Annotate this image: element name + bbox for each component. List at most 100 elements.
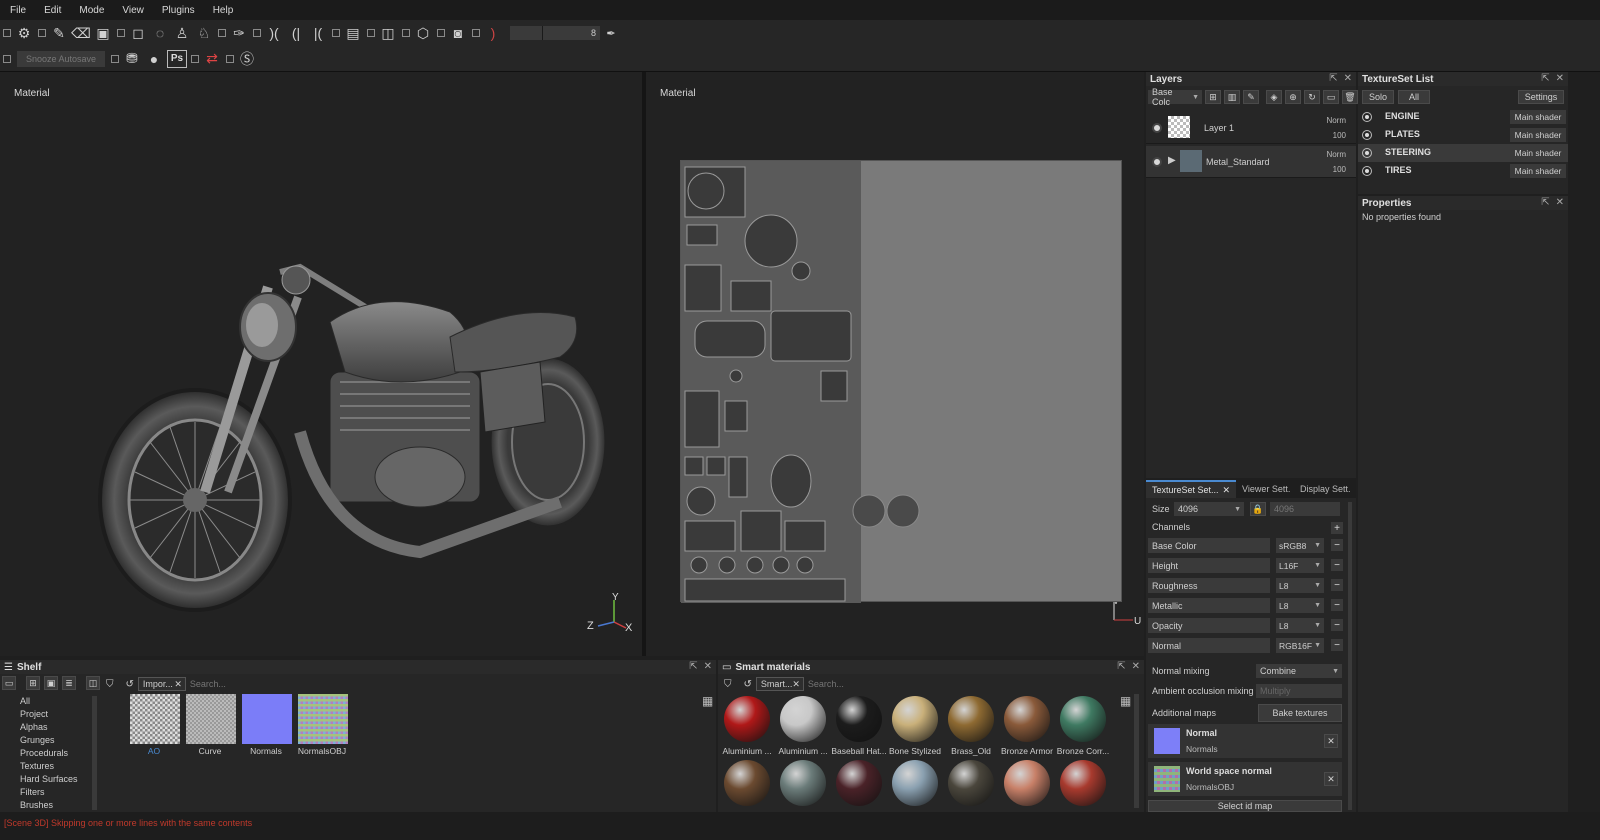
ao-mixing-select[interactable]: Multiply bbox=[1256, 684, 1342, 698]
options-icon[interactable] bbox=[218, 29, 226, 37]
radio-icon[interactable] bbox=[1362, 112, 1372, 122]
photoshop-export-button[interactable]: Ps bbox=[167, 49, 187, 68]
world-normal-map-slot[interactable]: World space normal NormalsOBJ ✕ bbox=[1148, 762, 1342, 796]
shader-button[interactable]: Main shader bbox=[1510, 110, 1566, 124]
channel-format-select[interactable]: sRGB8 ▼ bbox=[1276, 538, 1324, 553]
textureset-row[interactable]: TIRES Main shader bbox=[1358, 162, 1568, 180]
size-select[interactable]: 4096 ▼ bbox=[1174, 502, 1244, 516]
radio-icon[interactable] bbox=[1362, 148, 1372, 158]
remove-channel-icon[interactable]: − bbox=[1331, 639, 1343, 651]
tab-display-settings[interactable]: Display Sett. bbox=[1294, 480, 1356, 498]
filter-tag[interactable]: Smart... ✕ bbox=[755, 677, 804, 691]
options-icon[interactable] bbox=[111, 54, 119, 63]
remove-channel-icon[interactable]: − bbox=[1331, 599, 1343, 611]
folder-expand-icon[interactable]: ▶ bbox=[1168, 155, 1176, 166]
tab-textureset-settings[interactable]: TextureSet Set... ✕ bbox=[1146, 480, 1236, 498]
shelf-item[interactable] bbox=[242, 694, 292, 744]
smart-material-item[interactable] bbox=[892, 696, 938, 742]
filter-view-icon[interactable]: ◫ bbox=[86, 676, 100, 690]
textureset-row[interactable]: PLATES Main shader bbox=[1358, 126, 1568, 144]
layer-row[interactable]: ▶ Metal_Standard Norm 100 bbox=[1146, 146, 1356, 178]
filter-tag[interactable]: Impor... ✕ bbox=[137, 677, 186, 691]
shelf-category[interactable]: Grunges bbox=[20, 735, 55, 745]
menu-view[interactable]: View bbox=[122, 5, 144, 16]
shelf-item[interactable] bbox=[298, 694, 348, 744]
new-folder-icon[interactable]: ▣ bbox=[44, 676, 58, 690]
smart-material-item[interactable] bbox=[1060, 760, 1106, 806]
add-fill-layer-icon[interactable]: ◈ bbox=[1266, 90, 1282, 104]
channel-name[interactable]: Base Color bbox=[1148, 538, 1270, 553]
refresh-icon[interactable]: ↺ bbox=[126, 679, 134, 690]
category-scrollbar[interactable] bbox=[92, 696, 97, 810]
normal-map-slot[interactable]: Normal Normals ✕ bbox=[1148, 724, 1342, 758]
smart-material-item[interactable] bbox=[948, 696, 994, 742]
channel-format-select[interactable]: L8 ▼ bbox=[1276, 578, 1324, 593]
smart-material-item[interactable] bbox=[780, 696, 826, 742]
channel-select[interactable]: Base Colc ▼ bbox=[1148, 87, 1202, 107]
remove-channel-icon[interactable]: − bbox=[1331, 579, 1343, 591]
shelf-item[interactable] bbox=[186, 694, 236, 744]
shelf-category[interactable]: Textures bbox=[20, 761, 54, 771]
close-icon[interactable]: ✕ bbox=[1223, 485, 1231, 496]
toolbar-dock-icon[interactable] bbox=[3, 29, 11, 37]
layer-opacity[interactable]: 100 bbox=[1333, 165, 1346, 174]
cube-icon[interactable]: ⬡ bbox=[412, 22, 434, 44]
pipette-icon[interactable]: ✑ bbox=[228, 22, 250, 44]
folder-icon[interactable]: ▭ bbox=[2, 676, 16, 690]
grid-view-icon[interactable]: ▦ bbox=[702, 694, 713, 708]
substance-share-icon[interactable]: ⛃ bbox=[121, 48, 143, 70]
pen-icon[interactable]: ✒ bbox=[600, 22, 622, 44]
channel-format-select[interactable]: L8 ▼ bbox=[1276, 618, 1324, 633]
settings-button[interactable]: Settings bbox=[1518, 90, 1564, 104]
remove-channel-icon[interactable]: − bbox=[1331, 619, 1343, 631]
filter-icon[interactable]: ⛉ bbox=[106, 679, 114, 690]
select-id-map-button[interactable]: Select id map bbox=[1148, 800, 1342, 812]
options-icon[interactable] bbox=[437, 29, 445, 37]
substance-source-icon[interactable]: Ⓢ bbox=[236, 48, 258, 70]
symmetry-left-icon[interactable]: )( bbox=[263, 22, 285, 44]
paint-brush-icon[interactable]: ✎ bbox=[48, 22, 70, 44]
smart-search-input[interactable] bbox=[807, 677, 1008, 691]
close-icon[interactable]: ✕ bbox=[1556, 197, 1564, 208]
menu-plugins[interactable]: Plugins bbox=[162, 5, 195, 16]
grid-view-icon[interactable]: ▦ bbox=[1120, 694, 1131, 708]
channel-name[interactable]: Height bbox=[1148, 558, 1270, 573]
toolbar-dock-icon[interactable] bbox=[3, 54, 11, 63]
smart-material-item[interactable] bbox=[892, 760, 938, 806]
channel-format-select[interactable]: L8 ▼ bbox=[1276, 598, 1324, 613]
smart-material-item[interactable] bbox=[836, 696, 882, 742]
smart-material-item[interactable] bbox=[724, 760, 770, 806]
menu-help[interactable]: Help bbox=[213, 5, 234, 16]
smart-material-item[interactable] bbox=[1060, 696, 1106, 742]
radio-icon[interactable] bbox=[1362, 130, 1372, 140]
clear-map-icon[interactable]: ✕ bbox=[1324, 734, 1338, 748]
layer-opacity[interactable]: 100 bbox=[1333, 131, 1346, 140]
symmetry-mirror-icon[interactable]: (| bbox=[285, 22, 307, 44]
options-icon[interactable] bbox=[253, 29, 261, 37]
solo-button[interactable]: Solo bbox=[1362, 90, 1394, 104]
channel-name[interactable]: Normal bbox=[1148, 638, 1270, 653]
channel-name[interactable]: Opacity bbox=[1148, 618, 1270, 633]
add-channel-icon[interactable]: + bbox=[1331, 522, 1343, 534]
symmetry-both-icon[interactable]: |( bbox=[307, 22, 329, 44]
shelf-category[interactable]: Filters bbox=[20, 787, 45, 797]
smart-material-item[interactable] bbox=[1004, 696, 1050, 742]
uv-texture-sheet[interactable] bbox=[680, 160, 1122, 603]
viewport-3d[interactable]: Material Y Z X bbox=[0, 72, 642, 656]
smart-material-item[interactable] bbox=[1004, 760, 1050, 806]
close-icon[interactable]: ✕ bbox=[174, 679, 182, 690]
options-icon[interactable] bbox=[367, 29, 375, 37]
brush-size-slider[interactable]: 8 bbox=[510, 26, 600, 40]
shader-button[interactable]: Main shader bbox=[1510, 146, 1566, 160]
shelf-category[interactable]: Alphas bbox=[20, 722, 48, 732]
shelf-category[interactable]: Hard Surfaces bbox=[20, 774, 78, 784]
textureset-row-selected[interactable]: STEERING Main shader bbox=[1358, 144, 1568, 162]
normal-mixing-select[interactable]: Combine ▼ bbox=[1256, 664, 1342, 678]
projection-icon[interactable]: ▣ bbox=[92, 22, 114, 44]
shelf-category[interactable]: Procedurals bbox=[20, 748, 68, 758]
add-folder-icon[interactable]: ▭ bbox=[1323, 90, 1339, 104]
filter-icon[interactable]: ⛉ bbox=[724, 679, 732, 690]
instance-icon[interactable]: ↻ bbox=[1304, 90, 1320, 104]
add-mask-icon[interactable]: ⊞ bbox=[1205, 90, 1221, 104]
bake-textures-button[interactable]: Bake textures bbox=[1258, 704, 1342, 722]
